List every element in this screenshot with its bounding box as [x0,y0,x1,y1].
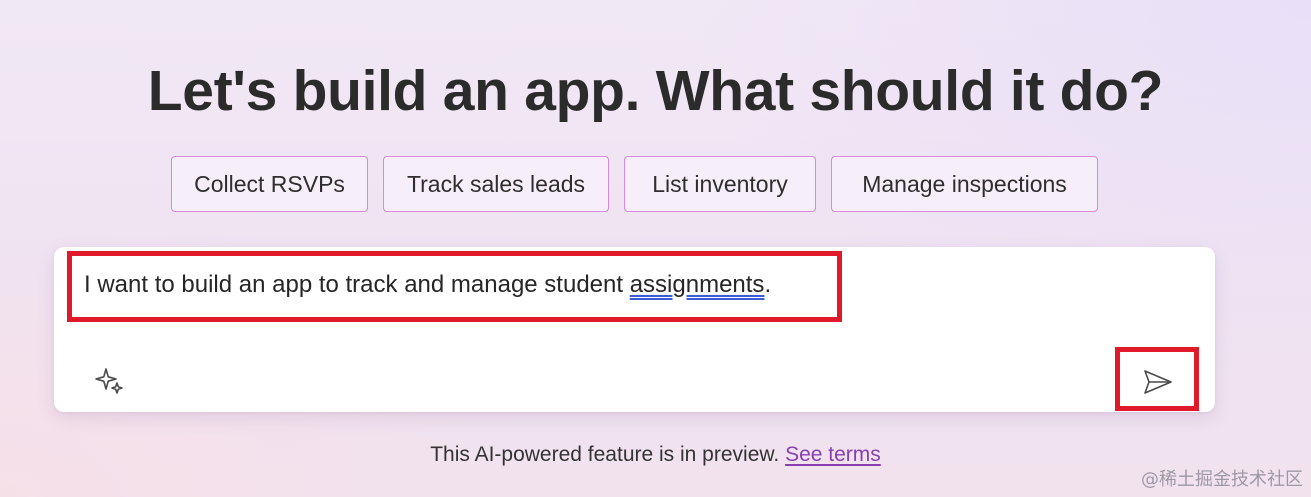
prompt-text-after: . [764,271,772,298]
suggestion-chip-list-inventory[interactable]: List inventory [624,156,816,212]
page-title: Let's build an app. What should it do? [147,59,1164,123]
prompt-text-before: I want to build an app to track and mana… [84,271,630,298]
prompt-input[interactable]: I want to build an app to track and mana… [84,271,771,299]
suggestion-chip-collect-rsvps[interactable]: Collect RSVPs [171,156,368,212]
suggestion-chip-track-sales-leads[interactable]: Track sales leads [383,156,609,212]
prompt-misspelled-word: assignments [629,271,765,298]
sparkle-icon[interactable] [94,365,126,397]
preview-disclaimer: This AI-powered feature is in preview. S… [0,443,1311,467]
send-icon [1144,370,1172,394]
send-button[interactable] [1138,362,1178,402]
disclaimer-text: This AI-powered feature is in preview. [430,443,780,466]
suggestion-chips: Collect RSVPs Track sales leads List inv… [0,156,1311,214]
prompt-card: I want to build an app to track and mana… [54,247,1215,412]
watermark: @稀土掘金技术社区 [1141,469,1303,490]
suggestion-chip-manage-inspections[interactable]: Manage inspections [831,156,1098,212]
see-terms-link[interactable]: See terms [785,443,881,466]
